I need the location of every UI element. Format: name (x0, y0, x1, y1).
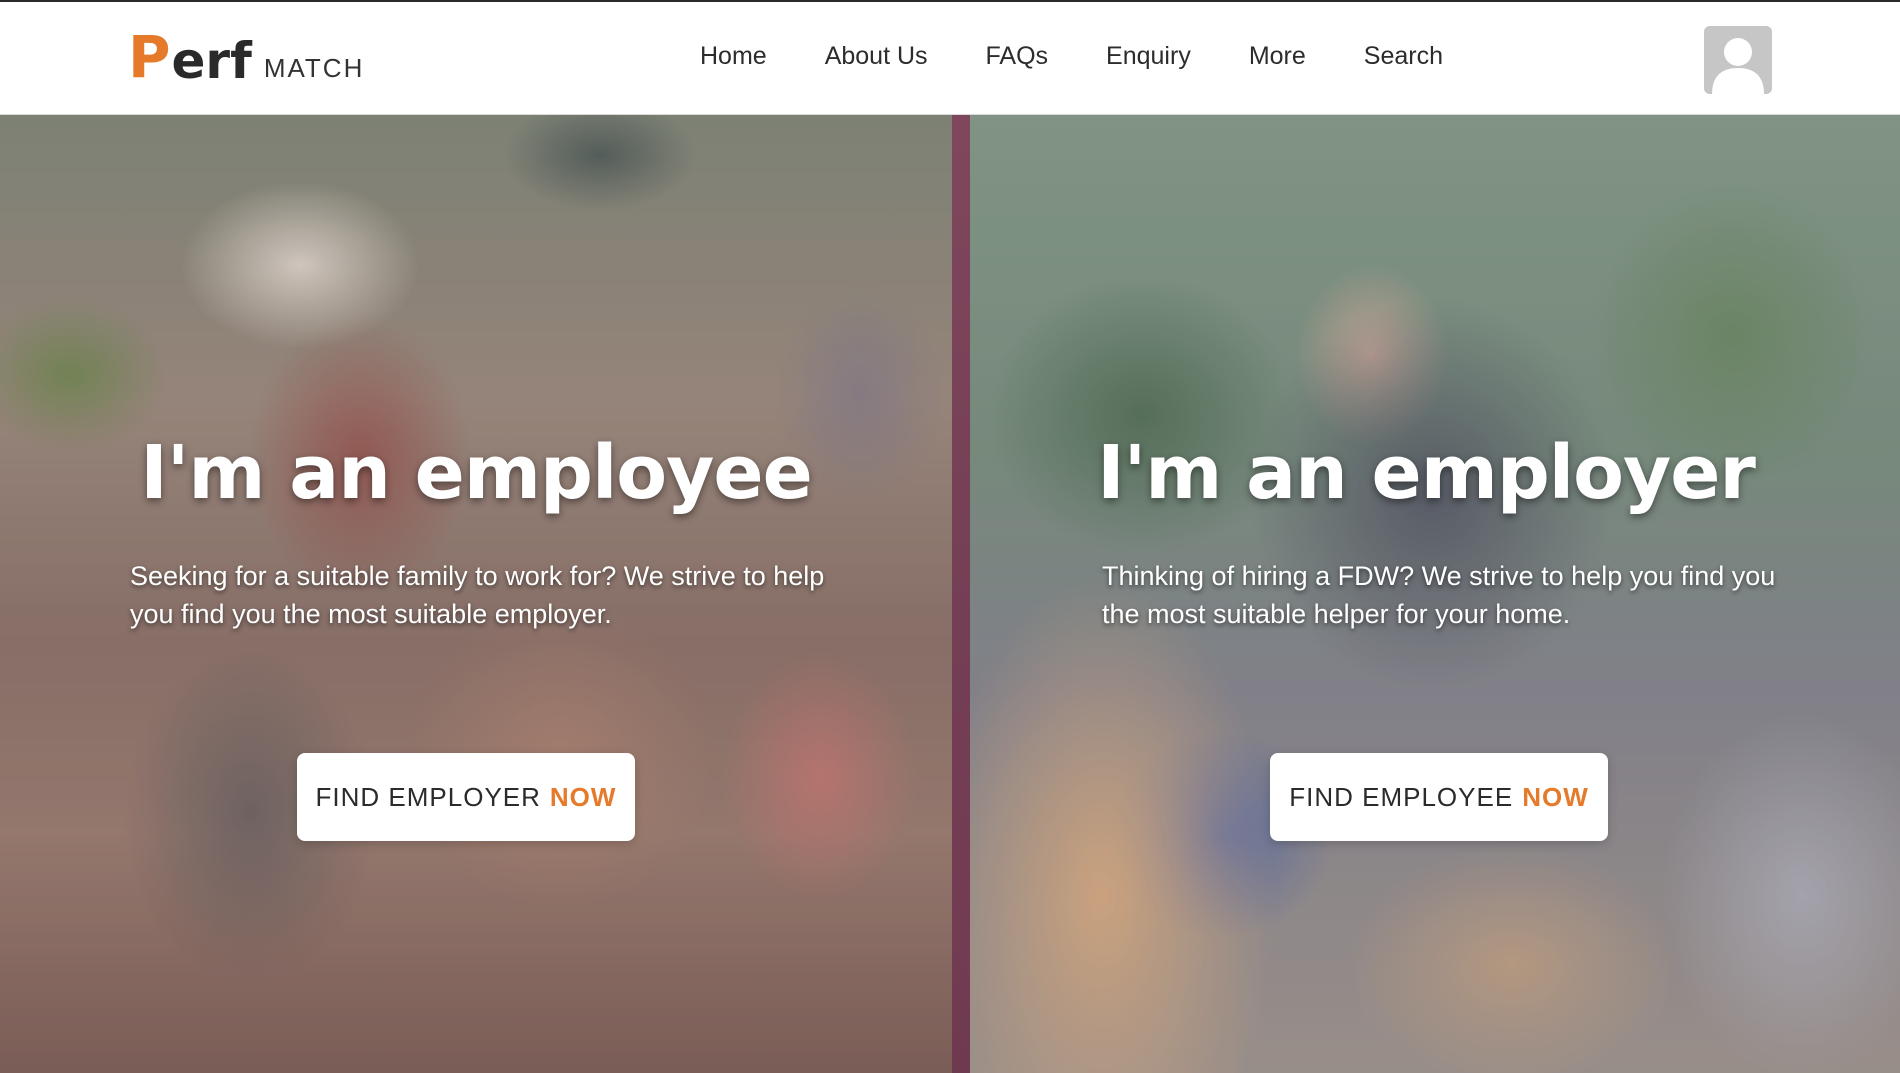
logo-letter-p: P (128, 23, 171, 91)
find-employee-button-label: FIND EMPLOYEE (1289, 781, 1514, 812)
site-header: P erf MATCH Home About Us FAQs Enquiry M… (0, 0, 1900, 115)
site-logo[interactable]: P erf MATCH (128, 16, 364, 86)
employee-hero-panel: I'm an employee Seeking for a suitable f… (0, 115, 952, 1073)
nav-item-faqs[interactable]: FAQs (986, 42, 1049, 71)
employee-hero-description: Seeking for a suitable family to work fo… (130, 561, 825, 629)
nav-item-about-us[interactable]: About Us (825, 42, 928, 71)
nav-item-home[interactable]: Home (700, 42, 767, 71)
find-employer-button[interactable]: FIND EMPLOYER NOW (297, 753, 635, 841)
find-employee-button[interactable]: FIND EMPLOYEE NOW (1270, 753, 1608, 841)
employee-hero-content: I'm an employee Seeking for a suitable f… (0, 115, 952, 1073)
nav-item-enquiry[interactable]: Enquiry (1106, 42, 1191, 71)
employer-hero-title: I'm an employer (1097, 430, 1756, 516)
logo-wordmark-match: MATCH (263, 53, 365, 83)
user-avatar-button[interactable] (1704, 26, 1772, 94)
main-nav: Home About Us FAQs Enquiry More Search (700, 42, 1443, 71)
user-avatar-icon (1704, 26, 1772, 94)
employer-hero-content: I'm an employer Thinking of hiring a FDW… (952, 115, 1900, 1073)
find-employee-button-accent: NOW (1522, 781, 1589, 812)
find-employer-button-accent: NOW (549, 781, 617, 812)
logo-wordmark-erf: erf (171, 32, 252, 90)
employer-hero-panel: I'm an employer Thinking of hiring a FDW… (952, 115, 1900, 1073)
find-employer-button-label: FIND EMPLOYER (315, 781, 541, 812)
nav-item-search[interactable]: Search (1364, 42, 1443, 71)
employer-hero-description: Thinking of hiring a FDW? We strive to h… (1102, 561, 1776, 629)
nav-item-more[interactable]: More (1249, 42, 1306, 71)
employee-hero-title: I'm an employee (140, 430, 813, 516)
